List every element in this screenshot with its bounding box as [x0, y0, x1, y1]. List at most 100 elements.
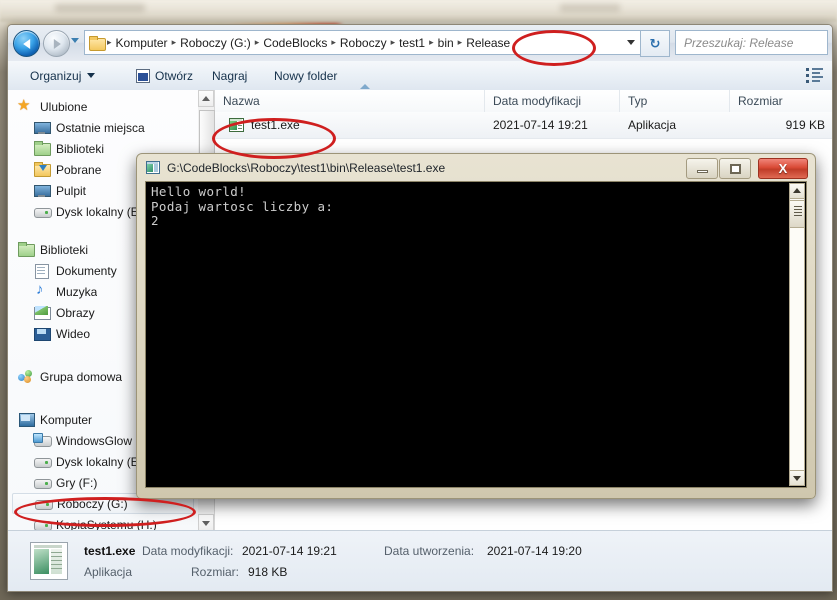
- column-label: Rozmiar: [738, 94, 783, 108]
- search-input[interactable]: Przeszukaj: Release: [675, 30, 828, 55]
- sidebar-label: Biblioteki: [56, 141, 105, 156]
- sidebar-label: Dysk lokalny (E: [56, 454, 139, 469]
- sidebar-label: Gry (F:): [56, 475, 98, 490]
- command-toolbar: Organizuj Otwórz Nagraj Nowy folder: [8, 61, 832, 91]
- breadcrumb-item-bin[interactable]: bin: [435, 36, 457, 50]
- refresh-icon: ↻: [649, 36, 661, 51]
- file-type-cell: Aplikacja: [628, 118, 677, 132]
- drive-icon: [34, 204, 52, 219]
- sidebar-label: WindowsGlow: [56, 433, 133, 448]
- details-modified-key: Data modyfikacji:: [142, 544, 234, 558]
- console-title-label: G:\CodeBlocks\Roboczy\test1\bin\Release\…: [167, 160, 446, 175]
- pictures-icon: [34, 305, 51, 320]
- column-header-nazwa[interactable]: Nazwa: [215, 84, 485, 112]
- console-scrollbar[interactable]: [789, 183, 805, 486]
- sidebar-label: Roboczy (G:): [57, 496, 128, 511]
- console-app-icon: [146, 161, 160, 174]
- application-exe-icon: [229, 118, 244, 132]
- back-button[interactable]: [13, 30, 40, 57]
- scrollbar-thumb[interactable]: [789, 200, 805, 228]
- column-header-data-modyfikacji[interactable]: Data modyfikacji: [485, 90, 620, 112]
- change-view-icon[interactable]: [806, 67, 824, 83]
- breadcrumb-item-release[interactable]: Release: [463, 36, 513, 50]
- sidebar-label: Ostatnie miejsca: [56, 120, 145, 135]
- scroll-up-button[interactable]: [789, 183, 805, 199]
- maximize-button[interactable]: [719, 158, 751, 179]
- new-folder-button[interactable]: Nowy folder: [266, 61, 345, 90]
- column-header-rozmiar[interactable]: Rozmiar: [730, 90, 832, 112]
- scrollbar-track[interactable]: [789, 199, 805, 470]
- search-placeholder: Przeszukaj: Release: [684, 35, 794, 50]
- forward-button[interactable]: [43, 30, 70, 57]
- sidebar-label: Dokumenty: [56, 263, 117, 278]
- drive-icon: [34, 454, 52, 469]
- caret-up-icon: [202, 95, 210, 101]
- backdrop-text-ghost-right: [560, 4, 620, 12]
- scroll-up-button[interactable]: [198, 90, 214, 107]
- downloads-folder-icon: [34, 162, 51, 177]
- console-window: G:\CodeBlocks\Roboczy\test1\bin\Release\…: [136, 153, 816, 499]
- burn-label: Nagraj: [212, 68, 248, 83]
- sidebar-item-ulubione[interactable]: Ulubione: [8, 96, 198, 117]
- scrollbar-thumb[interactable]: [199, 110, 215, 154]
- burn-button[interactable]: Nagraj: [204, 61, 255, 90]
- breadcrumb-item-codeblocks[interactable]: CodeBlocks: [260, 36, 330, 50]
- open-label: Otwórz: [155, 68, 194, 83]
- sidebar-label: Wideo: [56, 326, 91, 341]
- folder-icon: [89, 36, 106, 51]
- document-icon: [34, 263, 50, 279]
- breadcrumb-item-roboczy-g[interactable]: Roboczy (G:): [177, 36, 254, 50]
- minimize-button[interactable]: [686, 158, 718, 179]
- column-label: Nazwa: [223, 94, 260, 108]
- organize-button[interactable]: Organizuj: [22, 61, 103, 90]
- drive-icon: [34, 475, 52, 490]
- scroll-down-button[interactable]: [789, 470, 805, 486]
- column-header-row: Nazwa Data modyfikacji Typ Rozmiar: [215, 84, 832, 113]
- console-output-text: Hello world! Podaj wartosc liczby a: 2: [151, 184, 334, 228]
- file-name-cell[interactable]: test1.exe: [215, 112, 485, 138]
- column-header-typ[interactable]: Typ: [620, 90, 730, 112]
- file-modified-cell: 2021-07-14 19:21: [493, 118, 588, 132]
- homegroup-icon: [18, 369, 34, 384]
- sidebar-label: Pulpit: [56, 183, 87, 198]
- sidebar-label: Pobrane: [56, 162, 102, 177]
- breadcrumb-item-roboczy[interactable]: Roboczy: [337, 36, 390, 50]
- breadcrumb-dropdown-button[interactable]: [627, 31, 635, 54]
- refresh-button[interactable]: ↻: [640, 30, 670, 57]
- console-titlebar[interactable]: G:\CodeBlocks\Roboczy\test1\bin\Release\…: [137, 154, 815, 181]
- caret-down-icon: [793, 476, 801, 481]
- maximize-icon: [729, 163, 741, 174]
- backdrop-text-ghost-left: [55, 4, 145, 12]
- caret-down-icon: [202, 520, 210, 526]
- console-output-area[interactable]: Hello world! Podaj wartosc liczby a: 2: [145, 181, 807, 488]
- back-arrow-icon: [22, 38, 30, 49]
- open-button[interactable]: Otwórz: [128, 61, 201, 90]
- breadcrumb-item-komputer[interactable]: Komputer: [113, 36, 171, 50]
- recent-places-icon: [34, 120, 51, 135]
- scroll-down-button[interactable]: [198, 514, 214, 531]
- sidebar-label: Grupa domowa: [40, 369, 123, 384]
- details-file-name: test1.exe: [84, 544, 136, 558]
- sidebar-label: Obrazy: [56, 305, 95, 320]
- breadcrumb[interactable]: ▸ Komputer ▸ Roboczy (G:) ▸ CodeBlocks ▸…: [84, 30, 640, 55]
- chevron-down-icon: [87, 73, 96, 78]
- close-button[interactable]: X: [758, 158, 808, 179]
- details-modified-value: 2021-07-14 19:21: [242, 544, 337, 558]
- network-drive-icon: [33, 433, 52, 448]
- breadcrumb-item-test1[interactable]: test1: [396, 36, 428, 50]
- sort-ascending-icon: [360, 84, 370, 89]
- forward-arrow-icon: [53, 38, 61, 49]
- recent-locations-chevron-icon[interactable]: [71, 38, 79, 43]
- sidebar-item-kopiasystemu-h[interactable]: KopiaSystemu (H:): [8, 514, 198, 531]
- details-file-type: Aplikacja: [84, 565, 133, 579]
- sidebar-label: Ulubione: [40, 99, 88, 114]
- file-name-label: test1.exe: [251, 118, 300, 132]
- table-row[interactable]: test1.exe 2021-07-14 19:21 Aplikacja 919…: [215, 112, 832, 139]
- address-bar: ▸ Komputer ▸ Roboczy (G:) ▸ CodeBlocks ▸…: [8, 25, 832, 62]
- sidebar-label: Komputer: [40, 412, 93, 427]
- grip-icon: [794, 209, 802, 210]
- details-size-value: 918 KB: [248, 565, 288, 579]
- desktop-icon: [34, 183, 51, 198]
- sidebar-item-ostatnie-miejsca[interactable]: Ostatnie miejsca: [8, 117, 198, 138]
- column-label: Typ: [628, 94, 648, 108]
